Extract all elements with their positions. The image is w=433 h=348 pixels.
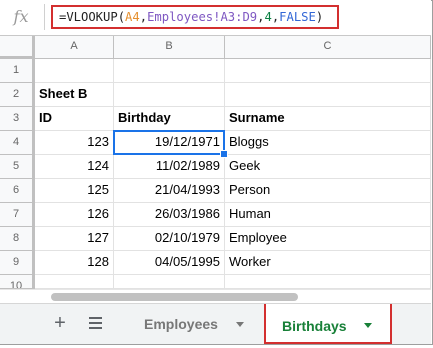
cell-c3[interactable]: Surname [225, 107, 431, 131]
cell-a8[interactable]: 127 [35, 227, 114, 251]
formula-close-paren: ) [315, 10, 324, 24]
cell-c4[interactable]: Bloggs [225, 131, 431, 155]
cell-a7[interactable]: 126 [35, 203, 114, 227]
tab-employees[interactable]: Employees [128, 304, 266, 344]
tab-birthdays[interactable]: Birthdays [264, 304, 392, 344]
formula-bar: fx =VLOOKUP(A4,Employees!A3:D9,4,FALSE) [0, 0, 431, 36]
tab-employees-label: Employees [144, 316, 218, 332]
row-header-6[interactable]: 6 [0, 179, 35, 203]
cell-a6[interactable]: 125 [35, 179, 114, 203]
cell-c8[interactable]: Employee [225, 227, 431, 251]
cell-b3[interactable]: Birthday [114, 107, 225, 131]
cell-c2[interactable] [225, 83, 431, 107]
fx-icon: fx [13, 7, 29, 26]
cell-a3[interactable]: ID [35, 107, 114, 131]
cell-c7[interactable]: Human [225, 203, 431, 227]
cell-a5[interactable]: 124 [35, 155, 114, 179]
formula-match-flag: FALSE [279, 10, 316, 24]
formula-range: Employees!A3:D9 [147, 10, 258, 24]
row-header-4[interactable]: 4 [0, 131, 35, 155]
cell-c5[interactable]: Geek [225, 155, 431, 179]
cell-a2[interactable]: Sheet B [35, 83, 114, 107]
cell-a9[interactable]: 128 [35, 251, 114, 275]
column-header-a[interactable]: A [35, 36, 114, 59]
cell-a1[interactable] [35, 59, 114, 83]
cell-b9[interactable]: 04/05/1995 [114, 251, 225, 275]
row-header-5[interactable]: 5 [0, 155, 35, 179]
select-all-corner[interactable] [0, 36, 35, 59]
cell-c10[interactable] [225, 275, 431, 289]
horizontal-scrollbar[interactable] [0, 289, 431, 303]
menu-list-icon[interactable] [84, 311, 108, 335]
sheet-tab-bar: + Employees Birthdays [0, 303, 431, 344]
plus-icon[interactable]: + [48, 311, 72, 335]
row-header-7[interactable]: 7 [0, 203, 35, 227]
row-header-10[interactable]: 10 [0, 275, 35, 289]
cell-a10[interactable] [35, 275, 114, 289]
cell-b5[interactable]: 11/02/1989 [114, 155, 225, 179]
cell-selection-outline [113, 130, 225, 155]
cell-b6[interactable]: 21/04/1993 [114, 179, 225, 203]
tab-birthdays-label: Birthdays [282, 318, 347, 334]
formula-lookup-ref: A4 [125, 10, 140, 24]
cell-b1[interactable] [114, 59, 225, 83]
row-header-2[interactable]: 2 [0, 83, 35, 107]
column-header-b[interactable]: B [114, 36, 225, 59]
formula-comma: , [139, 10, 148, 24]
cell-a4[interactable]: 123 [35, 131, 114, 155]
cell-c6[interactable]: Person [225, 179, 431, 203]
row-header-9[interactable]: 9 [0, 251, 35, 275]
row-header-3[interactable]: 3 [0, 107, 35, 131]
row-header-1[interactable]: 1 [0, 59, 35, 83]
row-header-8[interactable]: 8 [0, 227, 35, 251]
formula-divider [44, 4, 45, 30]
formula-column-index: 4 [264, 10, 272, 24]
fill-handle[interactable] [220, 150, 228, 158]
cell-b2[interactable] [114, 83, 225, 107]
chevron-down-icon[interactable] [364, 323, 372, 328]
cell-b8[interactable]: 02/10/1979 [114, 227, 225, 251]
formula-function: =VLOOKUP( [59, 10, 126, 24]
cell-b7[interactable]: 26/03/1986 [114, 203, 225, 227]
scrollbar-thumb[interactable] [51, 293, 298, 301]
cell-b10[interactable] [114, 275, 225, 289]
cell-c9[interactable]: Worker [225, 251, 431, 275]
formula-input[interactable]: =VLOOKUP(A4,Employees!A3:D9,4,FALSE) [51, 5, 339, 29]
chevron-down-icon[interactable] [236, 322, 244, 327]
cell-c1[interactable] [225, 59, 431, 83]
column-header-c[interactable]: C [225, 36, 431, 59]
